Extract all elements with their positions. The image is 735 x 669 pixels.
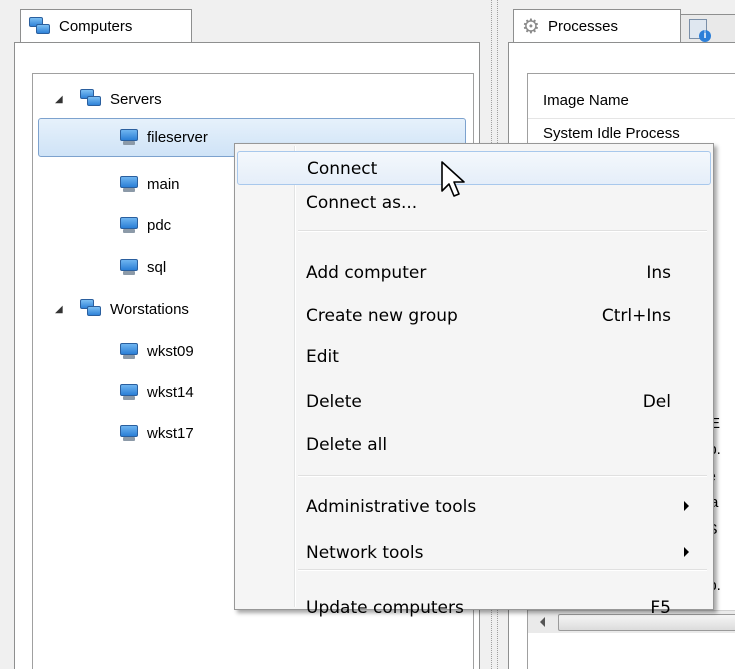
computer-icon	[119, 258, 139, 276]
computer-icon	[119, 383, 139, 401]
menu-item-label: Network tools	[306, 543, 424, 563]
menu-item-delete[interactable]: Delete Del	[237, 385, 711, 419]
menu-item-label: Add computer	[306, 263, 427, 283]
info-document-icon: i	[689, 19, 711, 42]
computer-icon	[119, 216, 139, 234]
menu-separator	[298, 475, 707, 477]
tab-computers[interactable]: Computers	[20, 9, 192, 43]
menu-item-shortcut: F5	[650, 598, 671, 618]
menu-item-edit[interactable]: Edit	[237, 340, 711, 374]
menu-item-label: Update computers	[306, 598, 464, 618]
expand-servers-icon[interactable]: ◢	[55, 94, 63, 105]
tree-item-wkst14[interactable]: wkst14	[119, 380, 194, 404]
tree-item-label: main	[147, 175, 180, 193]
process-row[interactable]: System Idle Process	[543, 125, 680, 142]
computer-icon	[119, 175, 139, 193]
tree-group-label: Worstations	[110, 300, 189, 318]
tree-item-wkst09[interactable]: wkst09	[119, 339, 194, 363]
menu-item-shortcut: Ins	[646, 263, 671, 283]
gear-icon: ⚙	[522, 16, 540, 38]
tab-computers-label: Computers	[59, 18, 133, 35]
computer-icon	[119, 424, 139, 442]
computers-group-icon	[29, 16, 51, 37]
menu-item-connect-as[interactable]: Connect as...	[237, 186, 711, 220]
expand-workstations-icon[interactable]: ◢	[55, 304, 63, 315]
tab-processes[interactable]: ⚙ Processes	[513, 9, 681, 43]
menu-separator	[298, 230, 707, 232]
tab-processes-label: Processes	[547, 18, 618, 35]
tree-item-pdc[interactable]: pdc	[119, 213, 171, 237]
tree-item-main[interactable]: main	[119, 172, 180, 196]
column-header-image-name[interactable]: Image Name	[543, 92, 629, 109]
tree-item-sql[interactable]: sql	[119, 255, 166, 279]
menu-item-label: Edit	[306, 347, 339, 367]
menu-item-update-computers[interactable]: Update computers F5	[237, 591, 711, 625]
submenu-arrow-icon	[684, 501, 689, 511]
tree-group-label: Servers	[110, 90, 162, 108]
menu-item-label: Connect	[307, 159, 378, 179]
menu-item-shortcut: Ctrl+Ins	[601, 306, 671, 326]
computers-group-icon	[80, 299, 102, 319]
tree-item-label: wkst09	[147, 342, 194, 360]
tree-item-label: wkst17	[147, 424, 194, 442]
tree-item-wkst17[interactable]: wkst17	[119, 421, 194, 445]
menu-item-administrative-tools[interactable]: Administrative tools	[237, 490, 711, 524]
computer-icon	[119, 342, 139, 360]
computers-group-icon	[80, 89, 102, 109]
menu-item-label: Delete	[306, 392, 362, 412]
computer-icon	[119, 128, 139, 146]
menu-item-create-new-group[interactable]: Create new group Ctrl+Ins	[237, 299, 711, 333]
menu-item-label: Create new group	[306, 306, 458, 326]
tree-item-fileserver[interactable]: fileserver	[119, 125, 208, 149]
menu-item-connect[interactable]: Connect	[237, 151, 711, 185]
tree-item-label: sql	[147, 258, 167, 276]
menu-item-label: Administrative tools	[306, 497, 477, 517]
menu-item-shortcut: Del	[642, 392, 671, 412]
tree-group-servers[interactable]: Servers	[80, 87, 162, 111]
tree-item-label: fileserver	[147, 128, 208, 146]
menu-item-delete-all[interactable]: Delete all	[237, 428, 711, 462]
tab-info[interactable]: i	[680, 14, 735, 43]
menu-separator	[298, 569, 707, 571]
submenu-arrow-icon	[684, 547, 689, 557]
tree-item-label: wkst14	[147, 383, 194, 401]
menu-item-label: Connect as...	[306, 193, 418, 213]
mouse-cursor-icon	[441, 161, 465, 197]
menu-item-add-computer[interactable]: Add computer Ins	[237, 256, 711, 290]
menu-item-network-tools[interactable]: Network tools	[237, 536, 711, 570]
tree-group-workstations[interactable]: Worstations	[80, 297, 189, 321]
context-menu: Connect Connect as... Add computer Ins C…	[234, 143, 714, 618]
menu-item-label: Delete all	[306, 435, 388, 455]
tree-item-label: pdc	[147, 216, 172, 234]
